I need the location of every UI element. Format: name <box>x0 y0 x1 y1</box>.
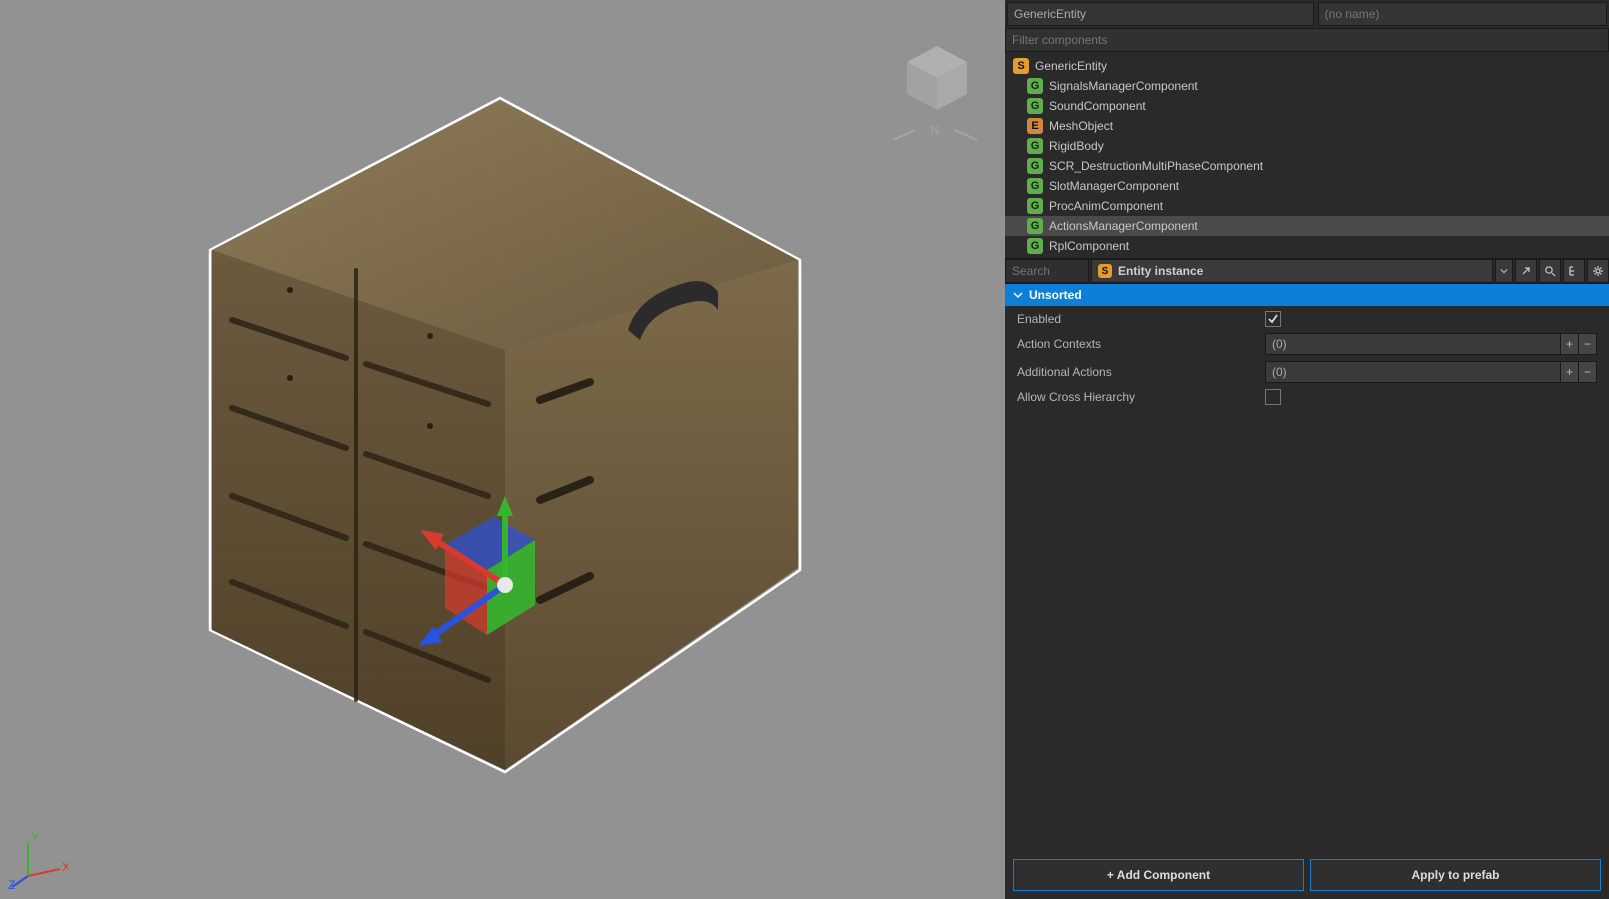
remove-item-button[interactable]: − <box>1578 334 1596 354</box>
count-value: (0) <box>1266 362 1560 382</box>
svg-text:X: X <box>62 860 68 874</box>
enabled-checkbox[interactable] <box>1265 311 1281 327</box>
tree-item[interactable]: G ActionsManagerComponent <box>1005 216 1609 236</box>
prop-label: Allow Cross Hierarchy <box>1017 390 1265 404</box>
badge-g-icon: G <box>1027 138 1043 154</box>
tree-item[interactable]: G SoundComponent <box>1005 96 1609 116</box>
tree-item[interactable]: G RigidBody <box>1005 136 1609 156</box>
prop-label: Action Contexts <box>1017 337 1265 351</box>
add-item-button[interactable]: + <box>1560 362 1578 382</box>
add-item-button[interactable]: + <box>1560 334 1578 354</box>
tree-item-label: SCR_DestructionMultiPhaseComponent <box>1049 159 1263 173</box>
tree-item-label: SlotManagerComponent <box>1049 179 1179 193</box>
badge-g-icon: G <box>1027 218 1043 234</box>
tree-item[interactable]: G SignalsManagerComponent <box>1005 76 1609 96</box>
svg-text:Y: Y <box>31 831 39 844</box>
tree-item[interactable]: G SlotManagerComponent <box>1005 176 1609 196</box>
gizmo-origin[interactable] <box>497 577 513 593</box>
view-cube[interactable] <box>897 40 977 120</box>
remove-item-button[interactable]: − <box>1578 362 1596 382</box>
badge-g-icon: G <box>1027 178 1043 194</box>
badge-script-icon: S <box>1013 58 1029 74</box>
tree-item[interactable]: E MeshObject <box>1005 116 1609 136</box>
add-component-button[interactable]: + Add Component <box>1013 859 1304 891</box>
prop-enabled: Enabled <box>1005 308 1609 330</box>
tree-item-label: ActionsManagerComponent <box>1049 219 1198 233</box>
inspector-header: GenericEntity (no name) <box>1005 0 1609 28</box>
badge-g-icon: G <box>1027 238 1043 254</box>
entity-name-field[interactable]: (no name) <box>1318 2 1607 26</box>
count-value: (0) <box>1266 334 1560 354</box>
property-toolbar: S Entity instance <box>1005 258 1609 284</box>
component-filter-input[interactable] <box>1005 28 1609 52</box>
compass-indicator: N <box>885 120 985 150</box>
world-axes: X Y Z <box>8 831 68 891</box>
section-title: Unsorted <box>1029 288 1082 302</box>
scene-canvas[interactable] <box>0 0 1005 899</box>
component-tree: S GenericEntity G SignalsManagerComponent… <box>1005 52 1609 258</box>
crate-right <box>505 260 798 770</box>
search-icon[interactable] <box>1539 259 1561 283</box>
instance-dropdown-toggle[interactable] <box>1495 259 1513 283</box>
entity-type-chip[interactable]: GenericEntity <box>1007 2 1314 26</box>
badge-e-icon: E <box>1027 118 1043 134</box>
inspector-panel: GenericEntity (no name) S GenericEntity … <box>1005 0 1609 899</box>
prop-label: Enabled <box>1017 312 1265 326</box>
additional-actions-field[interactable]: (0) + − <box>1265 361 1597 383</box>
open-external-icon[interactable] <box>1515 259 1537 283</box>
tree-item[interactable]: G RplComponent <box>1005 236 1609 256</box>
tree-item[interactable]: G ProcAnimComponent <box>1005 196 1609 216</box>
prop-allow-cross-hierarchy: Allow Cross Hierarchy <box>1005 386 1609 408</box>
allow-cross-checkbox[interactable] <box>1265 389 1281 405</box>
tree-item-label: SoundComponent <box>1049 99 1146 113</box>
tree-item-label: RigidBody <box>1049 139 1104 153</box>
prop-additional-actions: Additional Actions (0) + − <box>1005 358 1609 386</box>
entity-instance-dropdown[interactable]: S Entity instance <box>1091 259 1493 283</box>
section-unsorted[interactable]: Unsorted <box>1005 284 1609 306</box>
tree-item-label: ProcAnimComponent <box>1049 199 1163 213</box>
hierarchy-icon[interactable] <box>1563 259 1585 283</box>
chevron-down-icon <box>1013 290 1023 300</box>
apply-to-prefab-button[interactable]: Apply to prefab <box>1310 859 1601 891</box>
tree-item-label: MeshObject <box>1049 119 1113 133</box>
tree-item-label: SignalsManagerComponent <box>1049 79 1198 93</box>
svg-text:Z: Z <box>8 878 15 891</box>
badge-g-icon: G <box>1027 198 1043 214</box>
property-list: Enabled Action Contexts (0) + − <box>1005 306 1609 410</box>
badge-g-icon: G <box>1027 78 1043 94</box>
viewport-3d[interactable]: N X Y Z <box>0 0 1005 899</box>
badge-g-icon: G <box>1027 98 1043 114</box>
prop-label: Additional Actions <box>1017 365 1265 379</box>
entity-instance-label: Entity instance <box>1118 264 1203 278</box>
component-filter[interactable] <box>1005 28 1609 52</box>
property-search-input[interactable] <box>1005 259 1089 283</box>
tree-root-label: GenericEntity <box>1035 59 1107 73</box>
badge-g-icon: G <box>1027 158 1043 174</box>
gear-icon[interactable] <box>1587 259 1609 283</box>
svg-text:N: N <box>931 123 940 137</box>
tree-item[interactable]: G SCR_DestructionMultiPhaseComponent <box>1005 156 1609 176</box>
tree-root[interactable]: S GenericEntity <box>1005 56 1609 76</box>
inspector-footer: + Add Component Apply to prefab <box>1005 851 1609 899</box>
action-contexts-field[interactable]: (0) + − <box>1265 333 1597 355</box>
tree-item-label: RplComponent <box>1049 239 1129 253</box>
prop-action-contexts: Action Contexts (0) + − <box>1005 330 1609 358</box>
badge-script-icon: S <box>1098 264 1112 278</box>
